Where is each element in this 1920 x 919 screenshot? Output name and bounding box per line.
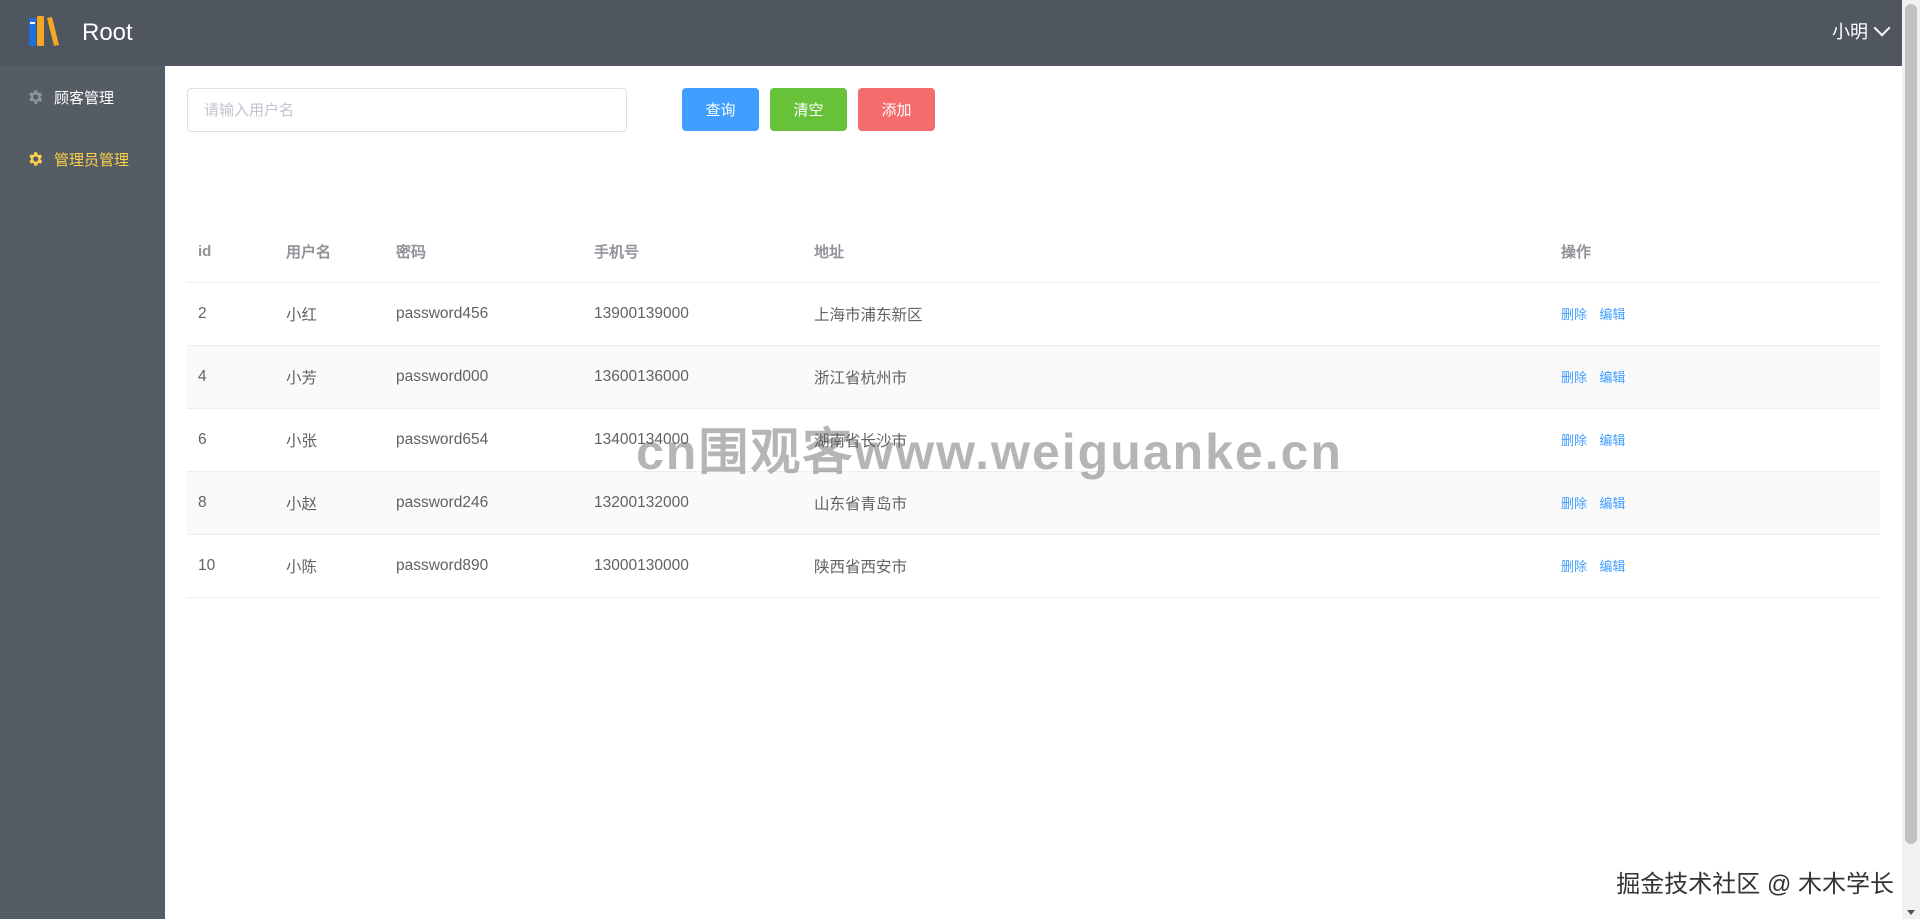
cell-password: password246 [396, 494, 489, 511]
cell-password: password456 [396, 305, 489, 322]
query-button[interactable]: 查询 [682, 88, 759, 131]
column-header-phone: 手机号 [594, 243, 640, 261]
cell-password: password000 [396, 368, 489, 385]
user-name[interactable]: 小明 [1832, 18, 1868, 44]
column-header-id: id [198, 242, 212, 260]
cell-actions: 删除 编辑 [1550, 304, 1880, 324]
cell-username: 小张 [286, 433, 318, 450]
edit-link[interactable]: 编辑 [1599, 559, 1625, 574]
cell-phone: 13600136000 [594, 368, 689, 385]
sidebar-item-admin-management[interactable]: 管理员管理 [0, 128, 165, 190]
sidebar-item-customer-management[interactable]: 顾客管理 [0, 66, 165, 128]
cell-address: 湖南省长沙市 [814, 433, 908, 450]
cell-password: password654 [396, 431, 489, 448]
delete-link[interactable]: 删除 [1561, 370, 1587, 385]
edit-link[interactable]: 编辑 [1599, 370, 1625, 385]
delete-link[interactable]: 删除 [1561, 433, 1587, 448]
sidebar: 顾客管理 管理员管理 [0, 66, 165, 919]
app-title: Root [82, 19, 133, 46]
table-row: 4 小芳 password000 13600136000 浙江省杭州市 删除 编… [187, 346, 1880, 409]
cell-phone: 13900139000 [594, 305, 689, 322]
cell-password: password890 [396, 557, 489, 574]
edit-link[interactable]: 编辑 [1599, 496, 1625, 511]
cell-username: 小陈 [286, 559, 318, 576]
edit-link[interactable]: 编辑 [1599, 307, 1625, 322]
cell-phone: 13400134000 [594, 431, 689, 448]
edit-link[interactable]: 编辑 [1599, 433, 1625, 448]
cell-actions: 删除 编辑 [1550, 556, 1880, 576]
cell-phone: 13000130000 [594, 557, 689, 574]
cell-id: 2 [198, 305, 207, 322]
main-content: 查询 清空 添加 id 用户名 密码 手机号 地址 操作 2 小红 passwo… [165, 66, 1902, 919]
table-row: 2 小红 password456 13900139000 上海市浦东新区 删除 … [187, 283, 1880, 346]
cell-id: 8 [198, 494, 207, 511]
table-header-row: id 用户名 密码 手机号 地址 操作 [187, 220, 1880, 283]
cell-address: 山东省青岛市 [814, 496, 908, 513]
cell-address: 陕西省西安市 [814, 559, 908, 576]
table-row: 10 小陈 password890 13000130000 陕西省西安市 删除 … [187, 535, 1880, 598]
table-row: 6 小张 password654 13400134000 湖南省长沙市 删除 编… [187, 409, 1880, 472]
column-header-username: 用户名 [286, 243, 332, 261]
top-header: Root 小明 [0, 0, 1902, 66]
cell-username: 小赵 [286, 496, 318, 513]
cell-id: 4 [198, 368, 207, 385]
gear-icon [26, 150, 44, 168]
delete-link[interactable]: 删除 [1561, 496, 1587, 511]
column-header-actions: 操作 [1561, 243, 1592, 261]
admin-table: id 用户名 密码 手机号 地址 操作 2 小红 password456 139… [187, 220, 1880, 598]
cell-id: 10 [198, 557, 216, 574]
sidebar-item-label: 顾客管理 [54, 89, 115, 107]
table-row: 8 小赵 password246 13200132000 山东省青岛市 删除 编… [187, 472, 1880, 535]
gear-icon [26, 88, 44, 106]
cell-username: 小芳 [286, 370, 318, 387]
scroll-down-arrow-icon[interactable] [1907, 910, 1915, 915]
user-menu[interactable]: 小明 [1832, 18, 1891, 44]
chevron-down-icon[interactable] [1873, 19, 1891, 37]
delete-link[interactable]: 删除 [1561, 559, 1587, 574]
cell-address: 浙江省杭州市 [814, 370, 908, 387]
username-search-input[interactable] [187, 88, 627, 132]
add-button[interactable]: 添加 [858, 88, 935, 131]
column-header-password: 密码 [396, 243, 427, 261]
cell-id: 6 [198, 431, 207, 448]
cell-actions: 删除 编辑 [1550, 493, 1880, 513]
delete-link[interactable]: 删除 [1561, 307, 1587, 322]
books-icon [29, 16, 59, 46]
column-header-address: 地址 [814, 243, 845, 261]
scrollbar-thumb[interactable] [1905, 4, 1917, 844]
sidebar-item-label: 管理员管理 [54, 151, 130, 169]
cell-phone: 13200132000 [594, 494, 689, 511]
cell-actions: 删除 编辑 [1550, 367, 1880, 387]
cell-actions: 删除 编辑 [1550, 430, 1880, 450]
vertical-scrollbar[interactable] [1902, 0, 1920, 919]
cell-username: 小红 [286, 307, 318, 324]
cell-address: 上海市浦东新区 [814, 307, 923, 324]
clear-button[interactable]: 清空 [770, 88, 847, 131]
